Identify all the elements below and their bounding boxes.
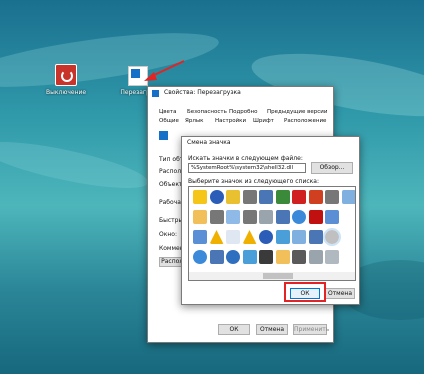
drive-icon[interactable] <box>259 210 273 224</box>
power-icon <box>55 64 77 86</box>
shutdown-shortcut[interactable]: Выключение <box>46 64 86 96</box>
dialog-cancel-button[interactable]: Отмена <box>325 288 355 299</box>
cloud-icon[interactable] <box>341 190 355 204</box>
water-wave <box>0 132 152 198</box>
shield-icon[interactable] <box>226 190 240 204</box>
info-icon[interactable] <box>226 250 240 264</box>
tab-details[interactable]: Подробно <box>229 109 258 115</box>
shutdown-label: Выключение <box>46 89 87 96</box>
app-icon <box>152 90 159 97</box>
printer-icon[interactable] <box>325 190 339 204</box>
tab-general[interactable]: Общие <box>159 118 179 124</box>
icon-file-field[interactable]: %SystemRoot%\system32\shell32.dll <box>188 163 306 173</box>
printer-icon[interactable] <box>242 190 257 204</box>
drive-icon[interactable] <box>308 250 323 264</box>
tab-font[interactable]: Шрифт <box>253 118 274 124</box>
properties-title: Свойства: Перезагрузка <box>164 89 241 96</box>
search-icon[interactable] <box>226 210 240 224</box>
power-icon[interactable] <box>308 190 323 204</box>
dialog-titlebar: Смена значка <box>182 137 359 149</box>
browse-button[interactable]: Обзор... <box>311 162 353 174</box>
props-cancel-button[interactable]: Отмена <box>256 324 288 335</box>
printer-icon[interactable] <box>209 210 224 224</box>
globe-icon[interactable] <box>193 250 207 264</box>
warning-icon[interactable] <box>242 230 257 244</box>
folder-icon[interactable] <box>193 210 207 224</box>
properties-titlebar: Свойства: Перезагрузка <box>148 87 333 99</box>
folder-icon[interactable] <box>275 250 290 264</box>
eject-icon[interactable] <box>325 250 339 264</box>
computer-icon[interactable] <box>209 250 224 264</box>
printer-icon[interactable] <box>242 210 257 224</box>
delete-icon[interactable] <box>292 190 306 204</box>
red-arrow-icon <box>144 60 185 81</box>
monitor-icon[interactable] <box>325 210 339 224</box>
dialog-title: Смена значка <box>187 139 231 146</box>
tab-layout[interactable]: Расположение <box>284 118 326 124</box>
shortcut-icon <box>159 131 168 140</box>
side-label-window: Окно: <box>159 231 177 238</box>
help-icon[interactable] <box>259 230 273 244</box>
network-icon[interactable] <box>275 230 290 244</box>
books-icon[interactable] <box>275 190 290 204</box>
tab-previous-versions[interactable]: Предыдущие версии <box>267 109 327 115</box>
camera-icon[interactable] <box>292 250 306 264</box>
disc-icon[interactable] <box>323 228 341 246</box>
change-icon-dialog: Смена значка Искать значки в следующем ф… <box>181 136 360 305</box>
computer-icon[interactable] <box>275 210 290 224</box>
ok-highlight <box>284 282 326 302</box>
props-ok-button[interactable]: ОК <box>218 324 250 335</box>
globe-icon[interactable] <box>292 210 306 224</box>
computer-icon[interactable] <box>308 230 323 244</box>
tab-security[interactable]: Безопасность <box>187 109 227 115</box>
monitor-icon[interactable] <box>193 230 207 244</box>
tab-options[interactable]: Настройки <box>215 118 246 124</box>
scroll-thumb[interactable] <box>263 273 293 279</box>
help-icon[interactable] <box>209 190 224 204</box>
list-label: Выберите значок из следующего списка: <box>188 178 319 185</box>
stop-icon[interactable] <box>308 210 323 224</box>
cloud-icon[interactable] <box>292 230 306 244</box>
star-icon[interactable] <box>193 190 207 204</box>
icon-grid[interactable] <box>188 186 356 281</box>
document-icon[interactable] <box>226 230 240 244</box>
tab-colors[interactable]: Цвета <box>159 109 176 115</box>
computer-icon[interactable] <box>259 190 273 204</box>
warning-icon[interactable] <box>209 230 224 244</box>
props-apply-button[interactable]: Применить <box>293 324 329 335</box>
disk-icon[interactable] <box>259 250 273 264</box>
network-icon[interactable] <box>242 250 257 264</box>
file-label: Искать значки в следующем файле: <box>188 155 303 162</box>
tab-shortcut[interactable]: Ярлык <box>185 118 204 124</box>
